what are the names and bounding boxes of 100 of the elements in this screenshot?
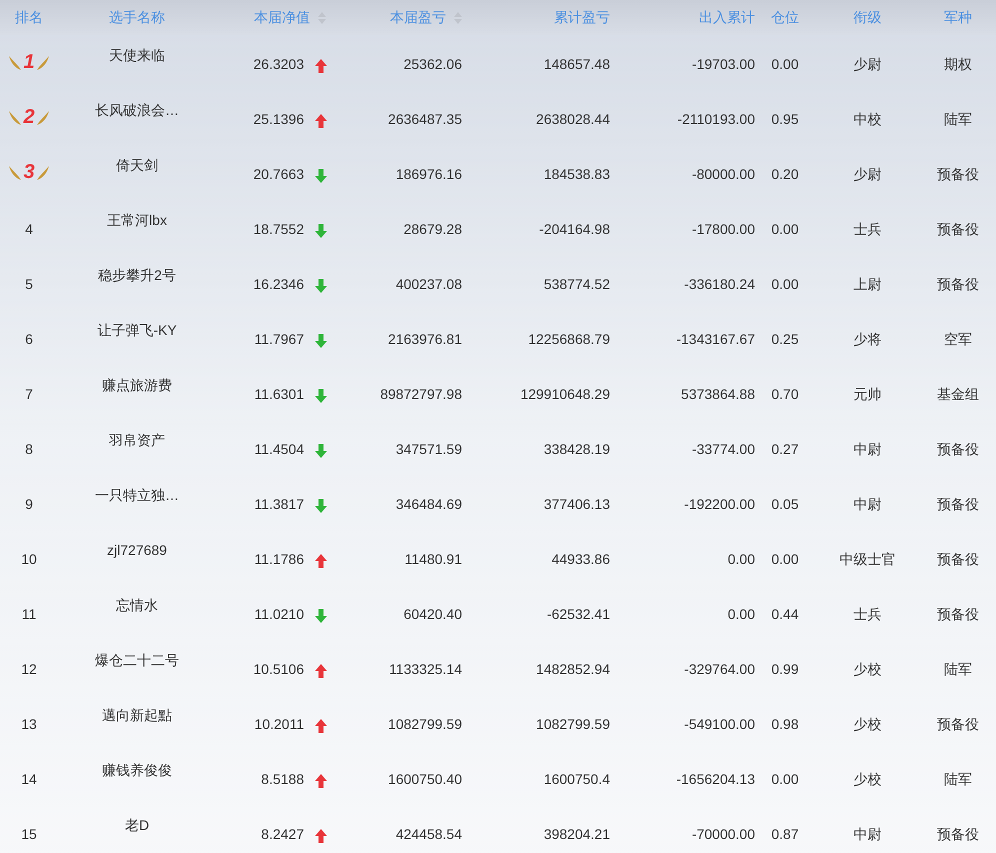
column-header: 选手名称	[109, 8, 165, 27]
table-cell-text: 预备役	[937, 275, 979, 294]
column-header: 军种	[944, 8, 972, 27]
column-header: 出入累计	[699, 8, 755, 27]
table-cell-text: 期权	[944, 55, 972, 74]
table-cell-text: 184538.83	[544, 165, 610, 184]
player-name[interactable]: 倚天剑	[116, 155, 158, 176]
table-cell-text: -1343167.67	[676, 330, 755, 349]
table-cell-text: 0.05	[771, 495, 799, 514]
table-cell-text: 预备役	[937, 165, 979, 184]
table-cell-text: 士兵	[854, 220, 882, 239]
table-cell-text: 18.7552	[253, 220, 304, 239]
table-cell-text: -2110193.00	[677, 110, 755, 129]
rank-number: 12	[21, 660, 37, 679]
table-cell-text: 44933.86	[552, 550, 610, 569]
table-cell-text: 11480.91	[404, 550, 462, 569]
player-name[interactable]: 忘情水	[116, 595, 158, 616]
table-cell-text: -192200.00	[684, 495, 755, 514]
table-cell-text: 346484.69	[396, 495, 462, 514]
table-cell-text: 1082799.59	[536, 715, 610, 734]
player-name[interactable]: 稳步攀升2号	[98, 265, 176, 286]
player-name[interactable]: 天使来临	[109, 45, 165, 66]
table-cell-text: 1082799.59	[388, 715, 462, 734]
table-cell-text: 1133325.14	[389, 660, 462, 679]
table-cell-text: 上尉	[854, 275, 882, 294]
table-cell-text: 陆军	[944, 110, 972, 129]
table-cell-text: 11.6301	[254, 385, 304, 404]
table-cell-text: 0.00	[771, 55, 799, 74]
table-cell-text: 0.98	[771, 715, 799, 734]
player-name[interactable]: 爆仓二十二号	[95, 650, 179, 671]
table-cell-text: 预备役	[937, 715, 979, 734]
table-cell-text: 元帅	[854, 385, 882, 404]
table-cell-text: 0.27	[771, 440, 799, 459]
player-name[interactable]: zjl727689	[107, 540, 167, 561]
table-cell-text: 16.2346	[253, 275, 304, 294]
player-name[interactable]: 老D	[124, 815, 150, 836]
table-cell-text: 2638028.44	[536, 110, 610, 129]
player-name[interactable]: 长风破浪会…	[95, 100, 179, 121]
rank-number: 8	[25, 440, 33, 459]
player-name[interactable]: 让子弹飞-KY	[97, 320, 177, 341]
table-cell-text: 148657.48	[544, 55, 610, 74]
table-cell-text: 预备役	[937, 605, 979, 624]
table-cell-text: 中尉	[854, 825, 882, 844]
table-cell-text: 11.0210	[254, 605, 304, 624]
table-cell-text: 11.3817	[254, 495, 304, 514]
table-cell-text: 12256868.79	[528, 330, 610, 349]
player-name[interactable]: 赚点旅游费	[102, 375, 172, 396]
table-cell-text: 424458.54	[396, 825, 462, 844]
player-name[interactable]: 羽帛资产	[109, 430, 165, 451]
table-cell-text: -336180.24	[684, 275, 755, 294]
player-name[interactable]: 赚钱养俊俊	[102, 760, 172, 781]
table-cell-text: 25.1396	[253, 110, 304, 129]
player-name[interactable]: 一只特立独…	[95, 485, 179, 506]
table-cell-text: 中尉	[854, 440, 882, 459]
player-name[interactable]: 王常河lbx	[107, 210, 167, 231]
table-cell-text: 0.00	[771, 275, 799, 294]
table-cell-text: 少校	[854, 715, 882, 734]
table-cell-text: 陆军	[944, 660, 972, 679]
table-cell-text: 0.00	[771, 220, 799, 239]
table-cell-text: -80000.00	[692, 165, 755, 184]
table-cell-text: 10.5106	[253, 660, 304, 679]
table-cell-text: 377406.13	[544, 495, 610, 514]
rank-number: 14	[21, 770, 37, 789]
table-cell-text: 11.7967	[254, 330, 304, 349]
column-header: 衔级	[854, 8, 882, 27]
table-cell-text: 1482852.94	[536, 660, 610, 679]
table-cell-text: 10.2011	[254, 715, 304, 734]
table-cell-text: 0.87	[771, 825, 799, 844]
table-cell-text: 士兵	[854, 605, 882, 624]
table-cell-text: -1656204.13	[676, 770, 755, 789]
rank-number: 11	[22, 605, 36, 624]
rank-number: 15	[21, 825, 37, 844]
table-cell-text: 少将	[854, 330, 882, 349]
table-cell-text: 预备役	[937, 440, 979, 459]
table-cell-text: 28679.28	[404, 220, 462, 239]
table-cell-text: 338428.19	[544, 440, 610, 459]
table-cell-text: 2636487.35	[388, 110, 462, 129]
rank-number: 2	[23, 106, 35, 126]
table-cell-text: 预备役	[937, 495, 979, 514]
table-cell-text: 398204.21	[544, 825, 610, 844]
table-cell-text: 预备役	[937, 220, 979, 239]
table-cell-text: 8.5188	[261, 770, 304, 789]
table-cell-text: 0.70	[771, 385, 799, 404]
table-cell-text: 0.20	[771, 165, 799, 184]
rank-number: 7	[25, 385, 33, 404]
table-cell-text: 347571.59	[396, 440, 462, 459]
table-cell-text: -19703.00	[692, 55, 755, 74]
table-cell-text: 中尉	[854, 495, 882, 514]
table-cell-text: -329764.00	[684, 660, 755, 679]
table-cell-text: 60420.40	[404, 605, 462, 624]
table-cell-text: 25362.06	[404, 55, 462, 74]
rank-number: 13	[21, 715, 37, 734]
column-header: 排名	[15, 8, 43, 27]
table-cell-text: 空军	[944, 330, 972, 349]
player-name[interactable]: 邁向新起點	[102, 705, 172, 726]
table-cell-text: 基金组	[937, 385, 979, 404]
table-cell-text: -204164.98	[539, 220, 610, 239]
table-cell-text: 少尉	[854, 55, 882, 74]
table-cell-text: 0.44	[771, 605, 799, 624]
table-cell-text: 预备役	[937, 550, 979, 569]
